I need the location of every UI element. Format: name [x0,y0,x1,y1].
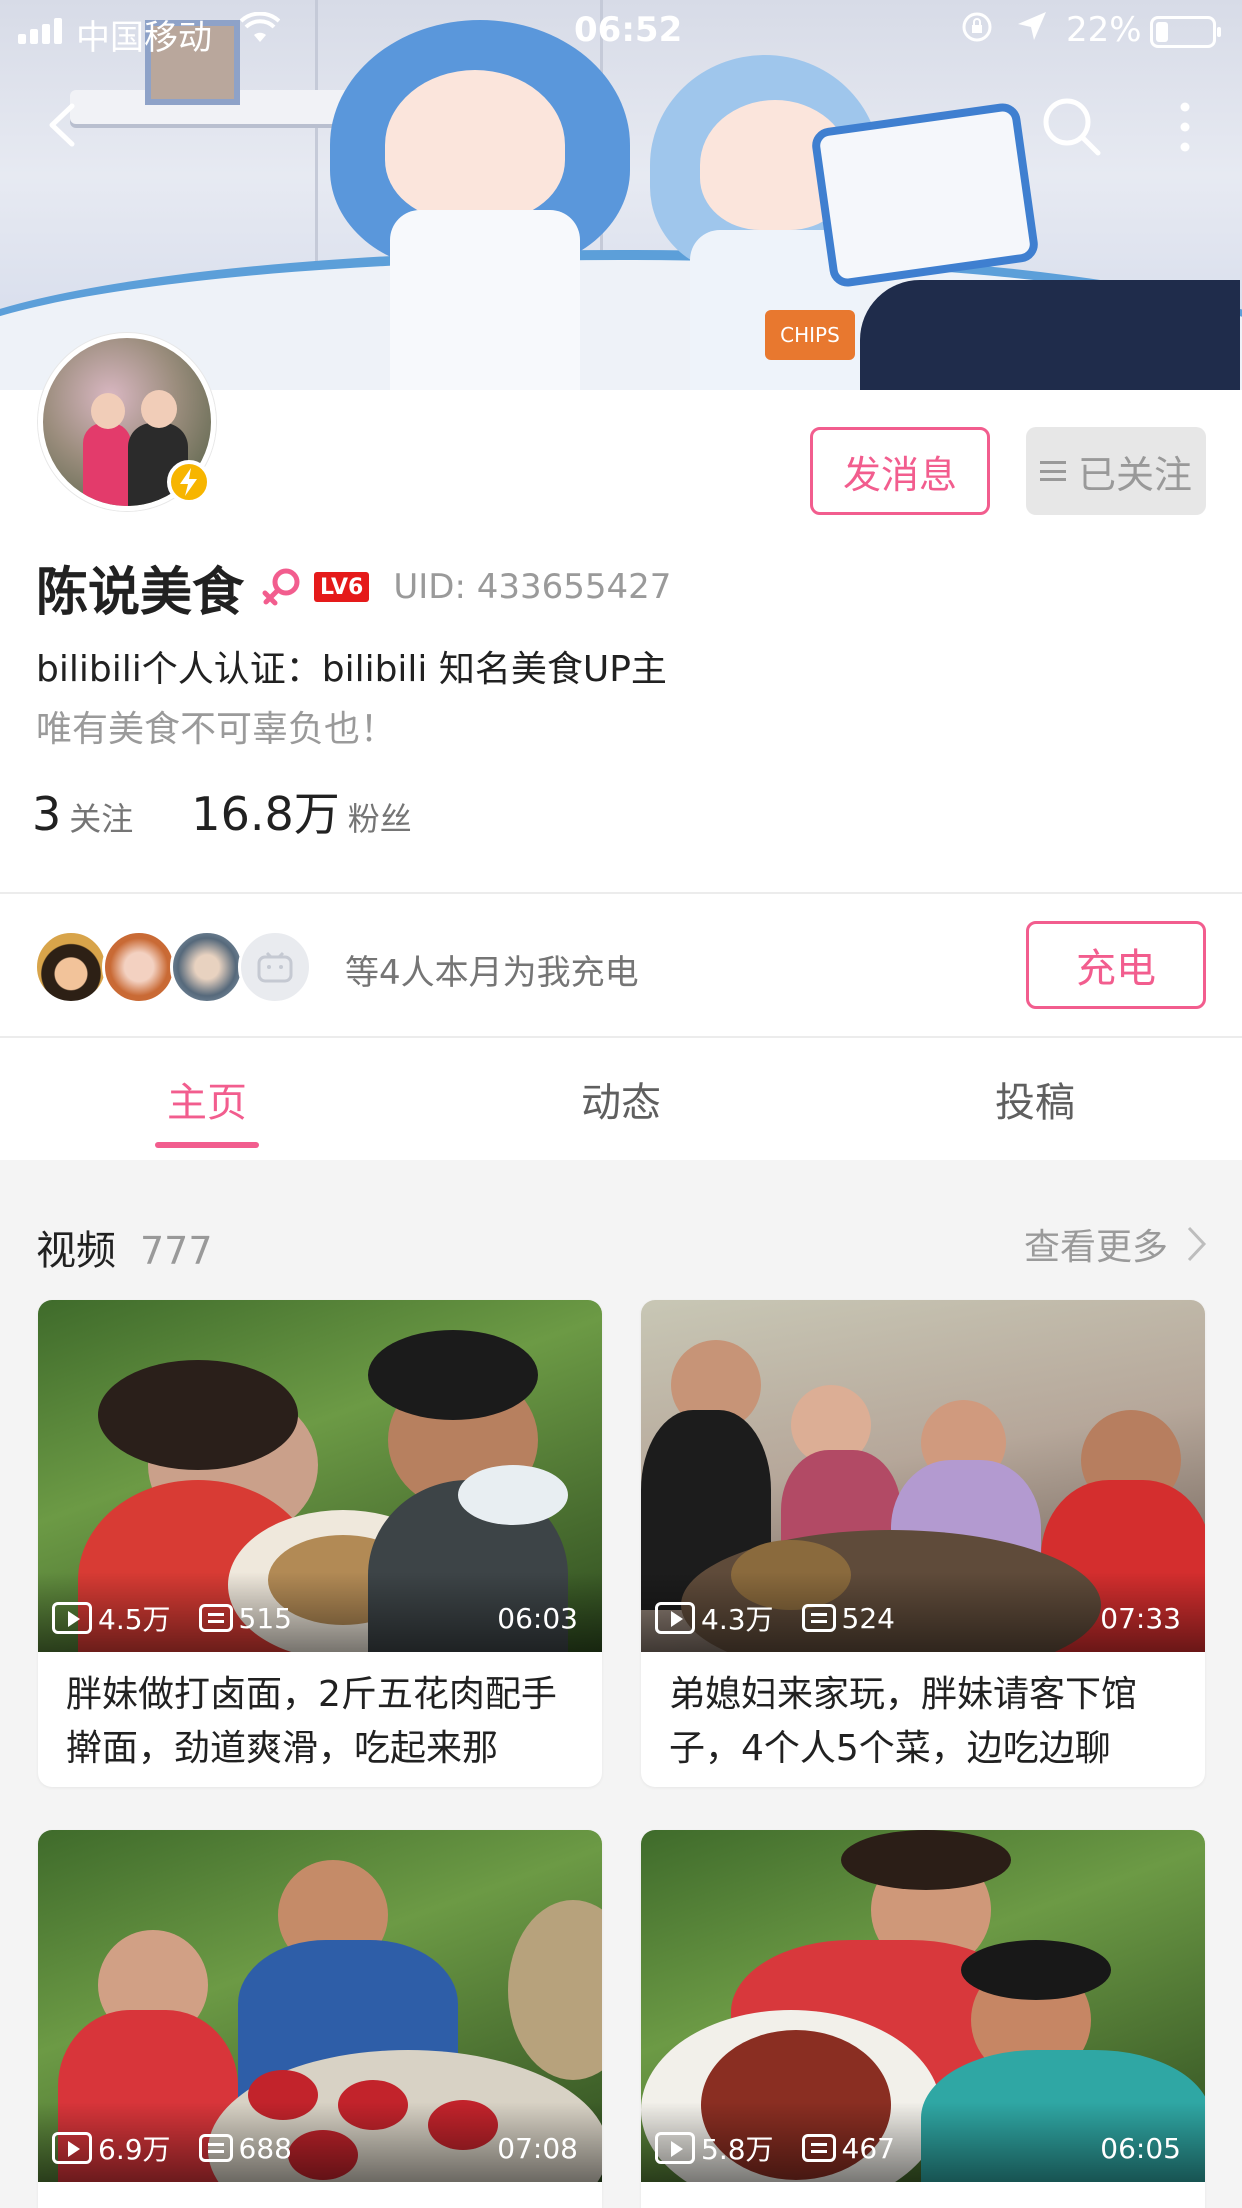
video-card[interactable]: 6.9万 688 07:08 [38,1830,602,2208]
following-count[interactable]: 3 [32,787,61,841]
video-meta: 4.3万 524 07:33 [655,1598,1181,1638]
video-title [38,2182,602,2208]
chevron-right-icon [1187,1226,1207,1262]
signal-icon [18,18,62,44]
video-card[interactable]: 4.3万 524 07:33 弟媳妇来家玩，胖妹请客下馆子，4个人5个菜，边吃边… [641,1300,1205,1787]
play-count-icon [655,1602,695,1634]
divider [0,892,1242,894]
play-count-icon [655,2132,695,2164]
video-thumbnail: 5.8万 467 06:05 [641,1830,1205,2182]
uid-value: 433655427 [476,567,672,607]
back-icon[interactable] [40,100,90,150]
followed-button[interactable]: 已关注 [1026,427,1206,515]
status-bar: 中国移动 06:52 22% [0,0,1242,60]
charge-text: 等4人本月为我充电 [345,953,639,993]
video-thumbnail: 4.5万 515 06:03 [38,1300,602,1652]
danmaku-count: 515 [238,1601,292,1635]
danmaku-icon [198,1604,233,1632]
followed-label: 已关注 [1077,452,1192,497]
carrier-name: 中国移动 [76,18,212,58]
videos-section-header: 视频 777 [36,1218,213,1276]
see-more-link[interactable]: 查看更多 [1024,1218,1208,1270]
battery-icon [1150,16,1221,48]
video-meta: 5.8万 467 06:05 [655,2128,1181,2168]
charger-avatar [34,930,108,1004]
video-meta: 6.9万 688 07:08 [52,2128,578,2168]
name-row: 陈说美食 LV6 UID: 433655427 [36,552,672,623]
search-icon[interactable] [1040,95,1104,159]
following-label[interactable]: 关注 [69,794,133,840]
danmaku-icon [801,2134,836,2162]
view-count: 6.9万 [98,2133,171,2166]
view-count: 5.8万 [701,2133,774,2166]
danmaku-icon [801,1604,836,1632]
tv-mascot-avatar [238,930,312,1004]
battery-percent: 22% [1066,10,1142,50]
signature-text: 唯有美食不可辜负也！ [36,709,397,750]
lightning-verify-icon [167,460,211,504]
charge-button[interactable]: 充电 [1026,921,1206,1009]
view-count: 4.3万 [701,1603,774,1636]
location-icon [1016,10,1048,50]
charger-avatar [102,930,176,1004]
divider [0,1036,1242,1038]
list-icon [1039,461,1066,481]
play-count-icon [52,2132,92,2164]
video-duration: 06:03 [497,1601,578,1635]
danmaku-icon [198,2134,233,2162]
video-title: 弟媳妇来家玩，胖妹请客下馆子，4个人5个菜，边吃边聊 [669,1674,1138,1769]
wifi-icon [239,11,281,52]
danmaku-count: 467 [841,2131,895,2165]
fans-count[interactable]: 16.8万 [191,778,339,844]
video-duration: 07:33 [1100,1601,1181,1635]
uid-text: UID: 433655427 [393,567,672,607]
send-message-button[interactable]: 发消息 [810,427,990,515]
video-card[interactable]: 4.5万 515 06:03 胖妹做打卤面，2斤五花肉配手擀面，劲道爽滑，吃起来… [38,1300,602,1787]
video-count: 777 [140,1229,213,1273]
video-thumbnail: 6.9万 688 07:08 [38,1830,602,2182]
rotation-lock-icon [960,10,994,52]
video-meta: 4.5万 515 06:03 [52,1598,578,1638]
video-thumbnail: 4.3万 524 07:33 [641,1300,1205,1652]
level-badge: LV6 [314,572,370,602]
video-title [641,2182,1205,2208]
profile-tabs: 主页 动态 投稿 [0,1040,1242,1158]
fans-label[interactable]: 粉丝 [348,794,412,840]
video-duration: 06:05 [1100,2131,1181,2165]
more-options-icon[interactable] [1170,95,1200,159]
video-duration: 07:08 [497,2131,578,2165]
tab-home[interactable]: 主页 [0,1040,414,1158]
tab-dynamics[interactable]: 动态 [414,1040,828,1158]
view-count: 4.5万 [98,1603,171,1636]
charger-avatar [170,930,244,1004]
video-card[interactable]: 5.8万 467 06:05 [641,1830,1205,2208]
danmaku-count: 688 [238,2131,292,2165]
clock: 06:52 [574,10,683,50]
tab-submissions[interactable]: 投稿 [828,1040,1242,1158]
charger-avatars[interactable] [34,930,312,1004]
stats-row: 3 关注 16.8万 粉丝 [32,778,470,844]
user-name: 陈说美食 [36,562,245,623]
female-icon [260,565,304,609]
section-title: 视频 [36,1228,116,1274]
home-content: 视频 777 查看更多 4.5万 515 06:03 胖妹做打卤面，2斤五花肉配… [0,1160,1242,2208]
play-count-icon [52,1602,92,1634]
certification-text: bilibili个人认证：bilibili 知名美食UP主 [36,649,667,690]
video-title: 胖妹做打卤面，2斤五花肉配手擀面，劲道爽滑，吃起来那 [66,1674,557,1769]
danmaku-count: 524 [841,1601,895,1635]
